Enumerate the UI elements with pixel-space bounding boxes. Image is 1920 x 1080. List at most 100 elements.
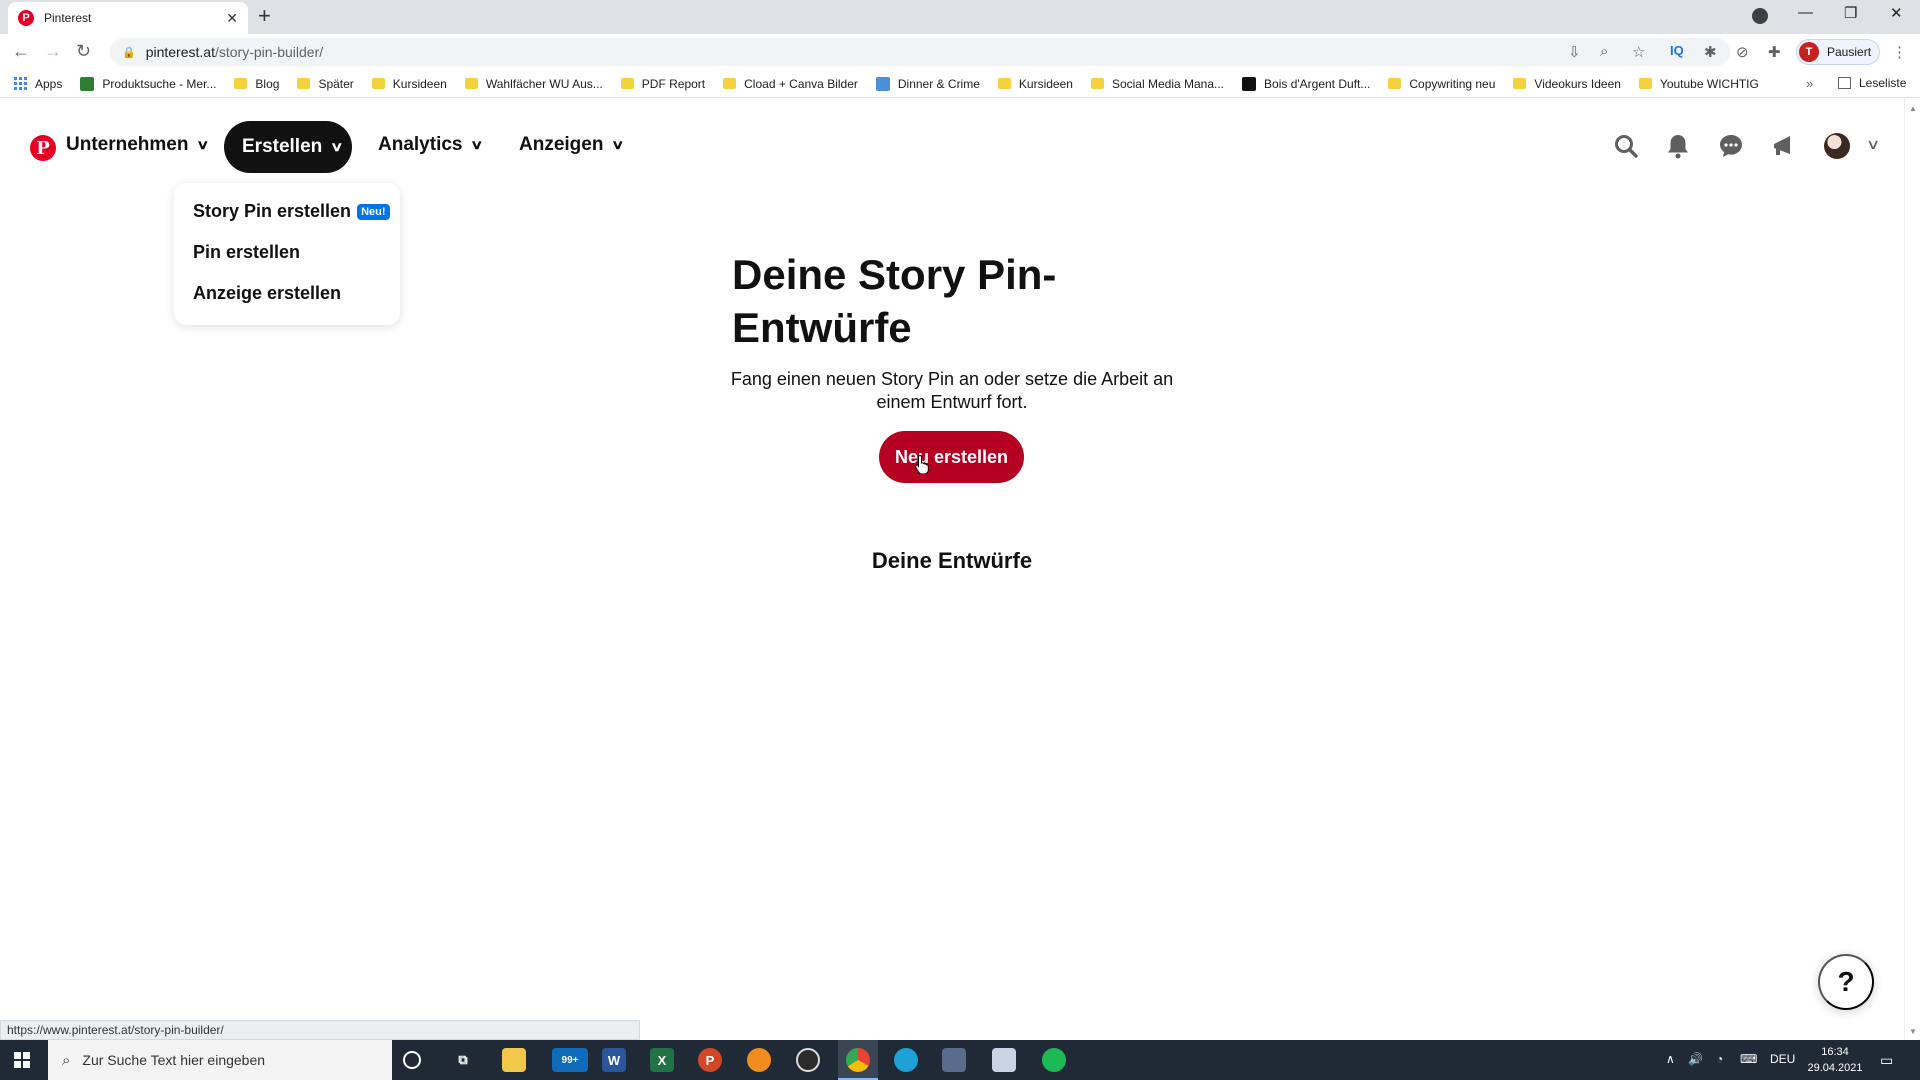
- menu-item-create-pin[interactable]: Pin erstellen: [193, 242, 400, 283]
- pinterest-logo-icon[interactable]: P: [30, 135, 56, 161]
- taskbar-search-box[interactable]: ⌕ Zur Suche Text hier eingeben: [48, 1040, 392, 1080]
- menu-item-create-story-pin[interactable]: Story Pin erstellen Neu!: [193, 201, 400, 242]
- nav-analytics[interactable]: Analytics ∨: [378, 134, 484, 156]
- bookmark-apps[interactable]: Apps: [14, 77, 62, 91]
- bookmark-item[interactable]: Bois d'Argent Duft...: [1242, 76, 1370, 91]
- network-icon[interactable]: ◔: [1716, 1052, 1723, 1066]
- extension-icon[interactable]: ✱: [1704, 43, 1717, 61]
- folder-icon: [1388, 78, 1402, 89]
- new-tab-button[interactable]: +: [258, 4, 271, 28]
- bookmark-item[interactable]: Kursideen: [371, 77, 447, 91]
- menu-item-create-ad[interactable]: Anzeige erstellen: [193, 283, 400, 324]
- announcements-megaphone-icon[interactable]: [1770, 132, 1798, 160]
- browser-tab-strip: P Pinterest ✕ + — ❐ ✕: [0, 0, 1920, 34]
- mail-icon[interactable]: 99+: [552, 1048, 588, 1072]
- tab-search-icon[interactable]: [1752, 8, 1768, 24]
- nav-create[interactable]: Erstellen ∨: [224, 121, 352, 173]
- folder-icon: [297, 78, 311, 89]
- zoom-icon[interactable]: ⌕: [1600, 43, 1608, 60]
- pinterest-header: P Unternehmen ∨ Erstellen ∨ Analytics ∨ …: [0, 98, 1904, 196]
- task-view-icon[interactable]: ⧉: [451, 1048, 475, 1072]
- user-avatar[interactable]: [1824, 133, 1850, 159]
- bookmark-item[interactable]: Produktsuche - Mer...: [80, 76, 216, 91]
- search-icon[interactable]: [1612, 132, 1640, 160]
- messages-icon[interactable]: [1717, 132, 1745, 160]
- profile-status: Pausiert: [1827, 45, 1872, 59]
- iq-extension-icon[interactable]: IQ: [1670, 43, 1684, 58]
- profile-button[interactable]: T Pausiert: [1796, 39, 1880, 65]
- nav-business[interactable]: Unternehmen ∨: [66, 134, 210, 156]
- chevron-down-icon: ∨: [470, 137, 484, 152]
- tray-overflow-icon[interactable]: ∧: [1666, 1052, 1675, 1066]
- apps-icon: [14, 77, 27, 90]
- close-window-icon[interactable]: ✕: [1890, 4, 1903, 22]
- bookmark-item[interactable]: Wahlfächer WU Aus...: [464, 77, 603, 91]
- bookmark-item[interactable]: PDF Report: [620, 77, 705, 91]
- browser-tab[interactable]: P Pinterest ✕: [8, 2, 248, 34]
- restore-icon[interactable]: ❐: [1844, 4, 1857, 22]
- create-new-button[interactable]: Neu erstellen: [879, 431, 1024, 483]
- reload-icon[interactable]: ↻: [76, 41, 91, 62]
- firefox-icon[interactable]: [747, 1048, 771, 1072]
- edge-icon[interactable]: [894, 1048, 918, 1072]
- bookmark-item[interactable]: Dinner & Crime: [875, 76, 980, 91]
- file-explorer-icon[interactable]: [502, 1048, 526, 1072]
- bookmark-item[interactable]: Blog: [234, 77, 279, 91]
- site-icon: [80, 76, 95, 91]
- folder-icon: [620, 78, 634, 89]
- close-tab-icon[interactable]: ✕: [226, 10, 238, 27]
- notifications-icon[interactable]: ▭: [1880, 1052, 1893, 1069]
- reading-list-icon: [1838, 77, 1851, 89]
- puzzle-extensions-icon[interactable]: ✚: [1768, 43, 1781, 61]
- notifications-bell-icon[interactable]: [1664, 132, 1692, 160]
- adblock-icon[interactable]: ⊘: [1736, 43, 1749, 61]
- site-icon: [1242, 76, 1257, 91]
- volume-icon[interactable]: 🔊: [1688, 1052, 1703, 1066]
- spotify-icon[interactable]: [1042, 1048, 1066, 1072]
- url-path: /story-pin-builder/: [214, 44, 324, 60]
- obs-icon[interactable]: [796, 1048, 820, 1072]
- chrome-icon[interactable]: [846, 1048, 870, 1072]
- bookmark-item[interactable]: Youtube WICHTIG: [1638, 77, 1759, 91]
- back-icon[interactable]: ←: [12, 41, 30, 62]
- forward-icon[interactable]: →: [44, 41, 62, 62]
- excel-icon[interactable]: X: [650, 1048, 674, 1072]
- scroll-up-icon[interactable]: ▲: [1909, 104, 1917, 113]
- bookmark-label: Cload + Canva Bilder: [744, 76, 858, 91]
- scroll-down-icon[interactable]: ▼: [1909, 1027, 1917, 1036]
- page-scrollbar[interactable]: ▲ ▼: [1904, 98, 1920, 1040]
- bookmark-item[interactable]: Videokurs Ideen: [1513, 77, 1621, 91]
- language-indicator[interactable]: DEU: [1770, 1052, 1795, 1066]
- windows-start-icon[interactable]: [14, 1052, 30, 1068]
- bookmark-item[interactable]: Copywriting neu: [1388, 77, 1495, 91]
- windows-taskbar: ⌕ Zur Suche Text hier eingeben ⧉ 99+ W X…: [0, 1040, 1920, 1080]
- hand-cursor-icon: [915, 454, 929, 474]
- reading-list-button[interactable]: Leseliste: [1838, 76, 1906, 90]
- bookmark-item[interactable]: Später: [297, 77, 354, 91]
- bookmark-item[interactable]: Cload + Canva Bilder: [723, 77, 858, 91]
- address-bar[interactable]: 🔒 pinterest.at/story-pin-builder/: [110, 38, 1730, 66]
- page-subtitle: Fang einen neuen Story Pin an oder setze…: [730, 369, 1174, 412]
- bookmark-label: Kursideen: [1018, 76, 1073, 91]
- bookmarks-overflow-icon[interactable]: »: [1806, 76, 1813, 91]
- powerpoint-icon[interactable]: P: [698, 1048, 722, 1072]
- snipping-tool-icon[interactable]: [942, 1048, 966, 1072]
- keyboard-icon[interactable]: ⌨: [1740, 1052, 1757, 1066]
- bookmark-item[interactable]: Kursideen: [997, 76, 1073, 91]
- folder-icon: [234, 78, 248, 89]
- cortana-icon[interactable]: [403, 1051, 421, 1069]
- folder-icon: [1513, 78, 1527, 89]
- bookmark-star-icon[interactable]: ☆: [1632, 43, 1645, 61]
- menu-item-label: Story Pin erstellen: [193, 201, 352, 221]
- account-chevron-down-icon[interactable]: ∨: [1866, 136, 1880, 153]
- system-clock[interactable]: 16:34 29.04.2021: [1800, 1044, 1870, 1076]
- install-icon[interactable]: ⇩: [1568, 43, 1581, 61]
- minimize-icon[interactable]: —: [1798, 4, 1813, 21]
- browser-menu-icon[interactable]: ⋮: [1892, 43, 1907, 61]
- nav-ads[interactable]: Anzeigen ∨: [519, 134, 625, 156]
- bookmark-label: Videokurs Ideen: [1534, 76, 1621, 91]
- help-button[interactable]: ?: [1818, 954, 1874, 1010]
- bookmark-item[interactable]: Social Media Mana...: [1090, 77, 1224, 91]
- notepad-icon[interactable]: [992, 1048, 1016, 1072]
- word-icon[interactable]: W: [602, 1048, 626, 1072]
